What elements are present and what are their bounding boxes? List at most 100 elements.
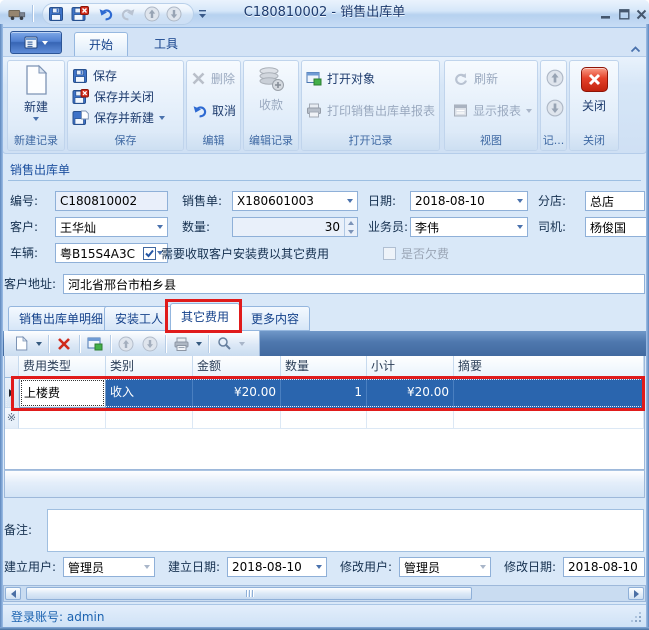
grid-search-icon[interactable] <box>215 334 233 354</box>
sale-order-combo[interactable]: X180601003 <box>232 191 358 211</box>
tab-other-fees[interactable]: 其它费用 <box>170 303 240 331</box>
grid-new-row[interactable]: ※ <box>5 408 644 429</box>
grid-print-dropdown-icon[interactable] <box>196 342 202 346</box>
cell-subtotal[interactable]: ¥20.00 <box>367 378 454 408</box>
address-field[interactable]: 河北省邢台市柏乡县 <box>63 274 645 294</box>
qat-customize-icon[interactable] <box>196 5 208 23</box>
quick-redo-icon <box>120 5 138 23</box>
save-and-new-button[interactable]: 保存并新建 <box>72 107 181 128</box>
print-report-button: 打印销售出库单报表 <box>306 100 437 121</box>
remark-textarea[interactable] <box>47 509 644 552</box>
ribbon-tab-start[interactable]: 开始 <box>74 32 128 56</box>
grid-header-qty[interactable]: 数量 <box>281 356 367 378</box>
close-window-button[interactable] <box>633 7 649 21</box>
grid-toolbar-strip <box>4 331 260 356</box>
maximize-button[interactable] <box>616 7 632 21</box>
grid-new-row-icon[interactable] <box>12 334 30 354</box>
cell-category[interactable]: 收入 <box>106 378 193 408</box>
scrollbar-thumb[interactable] <box>26 587 472 600</box>
qty-spinner[interactable]: 30 <box>232 217 358 237</box>
grid-delete-row-icon[interactable] <box>55 334 73 354</box>
coins-icon <box>256 64 286 94</box>
login-account-text: 登录账号: admin <box>3 608 104 625</box>
group-caption-edit: 编辑 <box>187 133 240 150</box>
grid-open-object-icon[interactable] <box>86 334 104 354</box>
cancel-button[interactable]: 取消 <box>191 100 238 121</box>
new-row-marker: ※ <box>5 408 19 429</box>
new-cell[interactable] <box>281 408 367 429</box>
new-cell[interactable] <box>19 408 106 429</box>
new-page-icon <box>23 64 49 96</box>
ribbon-group-new-record: 新建 新建记录 <box>7 60 65 151</box>
group-caption-view: 视图 <box>445 133 537 150</box>
date-combo[interactable]: 2018-08-10 <box>410 191 528 211</box>
grid-print-export-icon[interactable] <box>172 334 190 354</box>
resize-grip-icon[interactable] <box>630 608 642 627</box>
close-form-button[interactable]: 关闭 <box>570 67 618 132</box>
new-cell[interactable] <box>193 408 281 429</box>
save-close-icon <box>72 89 89 105</box>
ribbon-group-edit: 删除 取消 编辑 <box>186 60 241 151</box>
remark-label: 备注: <box>4 520 32 540</box>
app-menu-dropdown-icon <box>42 41 48 45</box>
scroll-left-icon[interactable] <box>5 587 21 600</box>
open-object-button[interactable]: 打开对象 <box>306 68 437 89</box>
scroll-right-icon[interactable] <box>628 587 644 600</box>
tab-outbound-details[interactable]: 销售出库单明细 <box>8 306 114 331</box>
ribbon-collapse-icon[interactable] <box>630 38 641 57</box>
save-icon <box>72 68 88 84</box>
tab-more-content[interactable]: 更多内容 <box>240 306 310 331</box>
new-cell[interactable] <box>106 408 193 429</box>
driver-field[interactable]: 杨俊国 <box>585 217 649 237</box>
cell-amount[interactable]: ¥20.00 <box>193 378 281 408</box>
show-report-button: 显示报表 <box>453 100 535 121</box>
quick-save-close-icon[interactable] <box>71 5 89 23</box>
grid-header-subtotal[interactable]: 小计 <box>367 356 454 378</box>
save-button[interactable]: 保存 <box>72 65 181 86</box>
branch-field[interactable]: 总店 <box>585 191 645 211</box>
toolbar-separator <box>110 335 111 353</box>
new-cell[interactable] <box>454 408 644 429</box>
cell-summary[interactable] <box>454 378 644 408</box>
horizontal-scrollbar[interactable] <box>3 585 646 602</box>
save-new-dropdown-icon <box>159 116 165 120</box>
grid-header-summary[interactable]: 摘要 <box>454 356 644 378</box>
created-date-combo[interactable]: 2018-08-10 <box>227 557 327 577</box>
title-bar: C180810002 - 销售出库单 <box>0 0 649 28</box>
new-button[interactable]: 新建 <box>8 64 64 132</box>
grid-selected-row[interactable]: 上楼费 收入 ¥20.00 1 ¥20.00 <box>5 378 644 408</box>
customer-combo[interactable]: 王华灿 <box>55 217 168 237</box>
cell-fee-type[interactable]: 上楼费 <box>19 378 106 408</box>
address-label: 客户地址: <box>4 274 56 294</box>
grid-header-fee-type[interactable]: 费用类型 <box>19 356 106 378</box>
ribbon-body: 新建 新建记录 保存 保存并关闭 保存并新建 <box>2 56 647 154</box>
minimize-button[interactable] <box>598 7 614 21</box>
ribbon-group-close: 关闭 关闭 <box>569 60 619 151</box>
group-caption-close: 关闭 <box>570 133 618 150</box>
app-icon <box>8 5 26 23</box>
no-field[interactable]: C180810002 <box>55 191 168 211</box>
tab-install-workers[interactable]: 安装工人 <box>104 306 174 331</box>
grid-search-dropdown-icon[interactable] <box>239 342 245 346</box>
grid-new-dropdown-icon[interactable] <box>36 342 42 346</box>
toolbar-separator <box>165 335 166 353</box>
modified-date-field[interactable]: 2018-08-10 <box>563 557 645 577</box>
quick-save-icon[interactable] <box>47 5 65 23</box>
grid-header-category[interactable]: 类别 <box>106 356 193 378</box>
quick-undo-icon[interactable] <box>96 5 114 23</box>
salesman-combo[interactable]: 李伟 <box>410 217 528 237</box>
application-window: C180810002 - 销售出库单 <box>0 0 649 630</box>
grid-header-row: 费用类型 类别 金额 数量 小计 摘要 <box>5 356 644 378</box>
new-cell[interactable] <box>367 408 454 429</box>
qty-spin-buttons[interactable] <box>344 218 357 236</box>
app-menu-button[interactable] <box>10 31 62 54</box>
grid-header-amount[interactable]: 金额 <box>193 356 281 378</box>
install-fee-checkbox[interactable]: 需要收取客户安装费以其它费用 <box>143 243 329 263</box>
sale-order-label: 销售单: <box>182 191 222 211</box>
cell-qty[interactable]: 1 <box>281 378 367 408</box>
ribbon-tab-tools[interactable]: 工具 <box>140 32 192 56</box>
refresh-button: 刷新 <box>453 68 535 89</box>
report-icon <box>453 103 468 118</box>
save-and-close-button[interactable]: 保存并关闭 <box>72 86 181 107</box>
qty-label: 数量: <box>182 217 210 237</box>
